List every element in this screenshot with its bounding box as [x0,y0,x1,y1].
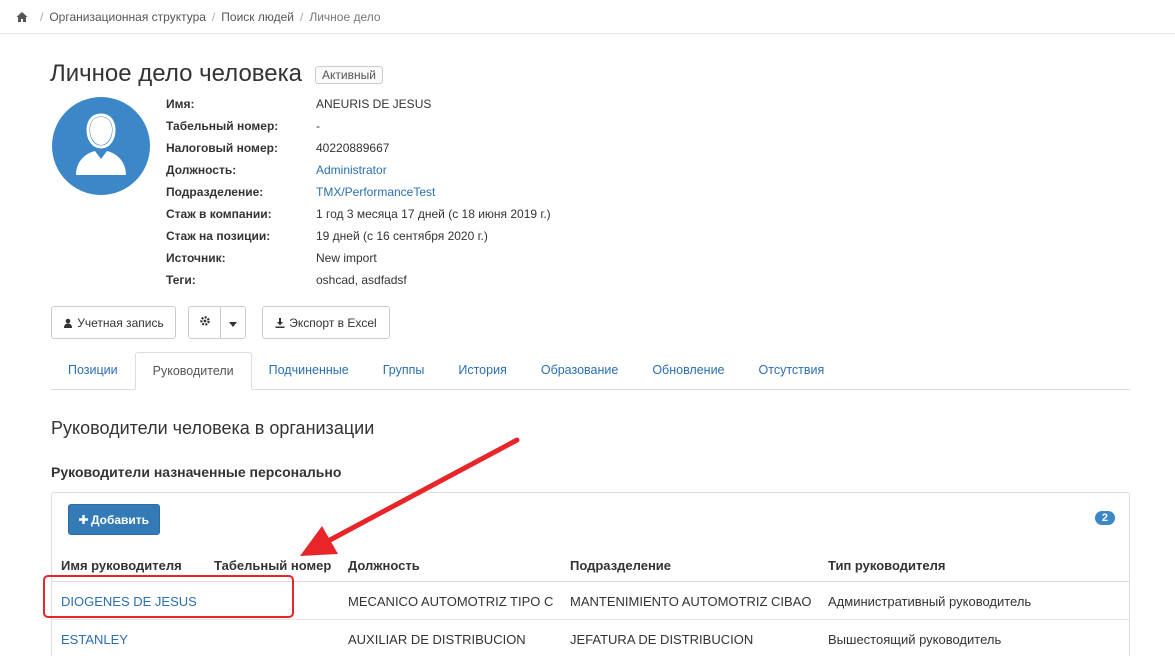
info-label: Источник: [166,251,226,265]
info-row: Подразделение: TMX/PerformanceTest [166,181,551,203]
info-value: 1 год 3 месяца 17 дней (с 18 июня 2019 г… [316,207,551,221]
info-row: Имя: ANEURIS DE JESUS [166,93,551,115]
column-header-number[interactable]: Табельный номер [214,558,331,573]
column-header-department[interactable]: Подразделение [570,558,671,573]
gear-icon [199,315,211,330]
home-icon[interactable] [16,11,28,23]
info-value: 19 дней (с 16 сентября 2020 г.) [316,229,488,243]
tab-6[interactable]: Обновление [635,352,741,389]
download-icon [275,317,285,328]
info-row: Табельный номер: - [166,115,551,137]
column-header-position[interactable]: Должность [348,558,420,573]
breadcrumb: / Организационная структура / Поиск люде… [0,0,1175,34]
section-title: Руководители человека в организации [51,418,375,438]
info-value-link[interactable]: Administrator [316,163,387,177]
info-value: oshcad, asdfadsf [316,273,407,287]
manager-department: MANTENIMIENTO AUTOMOTRIZ CIBAO [570,594,812,609]
person-info: Имя: ANEURIS DE JESUS Табельный номер: - Нал… [166,93,551,291]
export-excel-button[interactable]: Экспорт в Excel [262,306,390,339]
tab-4[interactable]: История [441,352,523,389]
tab-1[interactable]: Руководители [134,352,252,390]
info-label: Теги: [166,273,196,287]
info-value-link[interactable]: TMX/PerformanceTest [316,185,435,199]
plus-icon [78,515,88,524]
info-label: Должность: [166,163,237,177]
info-label: Стаж в компании: [166,207,272,221]
account-button[interactable]: Учетная запись [51,306,176,339]
breadcrumb-people-search[interactable]: Поиск людей [221,10,294,24]
tab-0[interactable]: Позиции [51,352,135,389]
breadcrumb-separator: / [299,9,304,24]
manager-position: AUXILIAR DE DISTRIBUCION [348,632,526,647]
info-row: Должность: Administrator [166,159,551,181]
column-header-type[interactable]: Тип руководителя [828,558,945,573]
settings-dropdown-toggle[interactable] [220,306,246,339]
info-row: Источник: New import [166,247,551,269]
info-row: Теги: oshcad, asdfadsf [166,269,551,291]
info-value: ANEURIS DE JESUS [316,97,432,111]
manager-name-link[interactable]: ESTANLEY [61,632,128,647]
info-value: New import [316,251,377,265]
breadcrumb-current: Личное дело [309,9,381,24]
info-label: Имя: [166,97,195,111]
manager-type: Вышестоящий руководитель [828,632,1002,647]
info-label: Табельный номер: [166,119,279,133]
table-row: ESTANLEY AUXILIAR DE DISTRIBUCION JEFATU… [52,620,1129,656]
breadcrumb-separator: / [40,9,44,24]
annotation-highlight-box [43,575,294,618]
info-label: Подразделение: [166,185,264,199]
export-button-label: Экспорт в Excel [289,315,377,330]
chevron-down-icon [229,316,237,330]
tab-bar: Позиции Руководители Подчиненные Группы Исто… [51,352,1130,390]
count-badge: 2 [1094,511,1115,525]
user-icon [63,318,73,328]
info-row: Стаж в компании: 1 год 3 месяца 17 дней (… [166,203,551,225]
tab-2[interactable]: Подчиненные [252,352,366,389]
managers-panel: Добавить 2 Имя руководителя Табельный но… [51,492,1130,656]
manager-position: MECANICO AUTOMOTRIZ TIPO C [348,594,554,609]
breadcrumb-separator: / [211,9,216,24]
manager-department: JEFATURA DE DISTRIBUCION [570,632,754,647]
settings-button[interactable] [188,306,221,339]
tab-7[interactable]: Отсутствия [742,352,842,389]
user-silhouette-icon [76,113,126,175]
status-badge: Активный [315,66,383,84]
info-value: - [316,119,320,133]
manager-type: Административный руководитель [828,594,1032,609]
info-row: Налоговый номер: 40220889667 [166,137,551,159]
info-row: Стаж на позиции: 19 дней (с 16 сентября 2… [166,225,551,247]
info-label: Налоговый номер: [166,141,278,155]
breadcrumb-org-structure[interactable]: Организационная структура [49,10,206,24]
info-value: 40220889667 [316,141,390,155]
page-title: Личное дело человека [50,60,302,87]
subsection-title: Руководители назначенные персонально [51,464,342,480]
account-button-label: Учетная запись [77,315,164,330]
column-header-name[interactable]: Имя руководителя [61,558,182,573]
info-label: Стаж на позиции: [166,229,271,243]
tab-5[interactable]: Образование [524,352,635,389]
add-button-label: Добавить [90,512,150,527]
add-manager-button[interactable]: Добавить [68,504,160,535]
tab-3[interactable]: Группы [366,352,442,389]
avatar [52,97,150,195]
